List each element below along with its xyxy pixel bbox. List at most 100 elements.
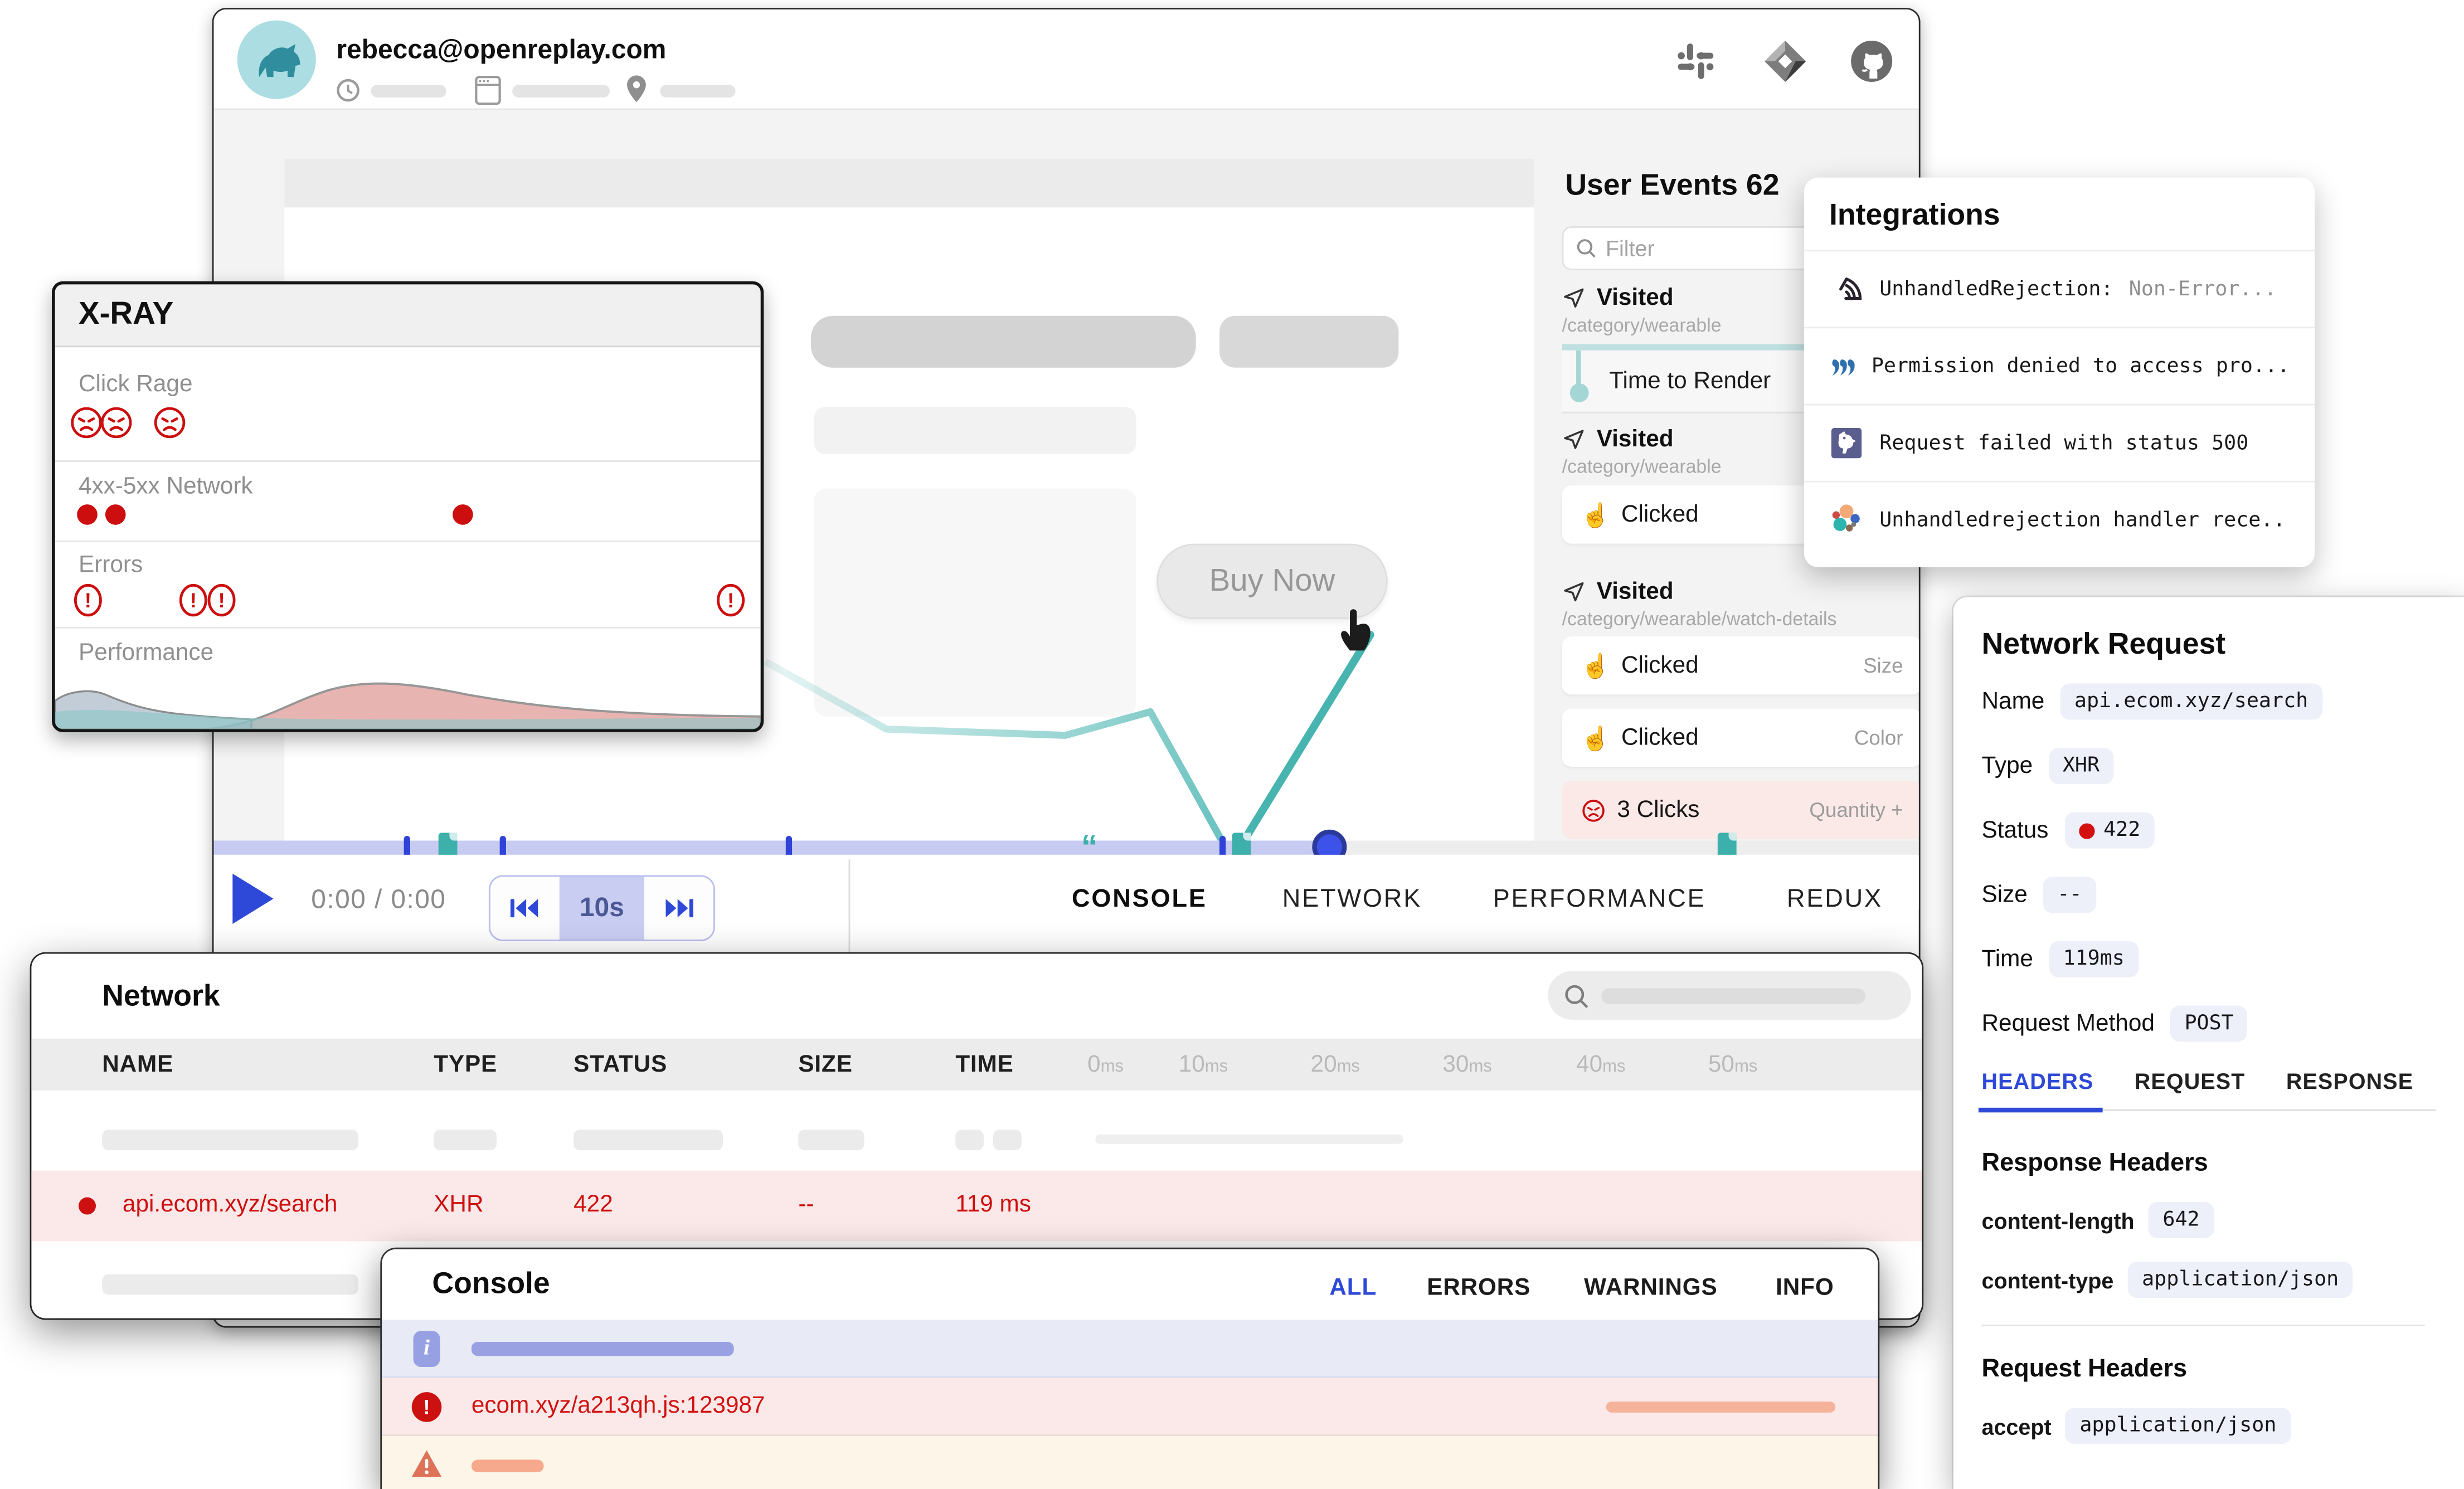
- image-skeleton: [814, 489, 1136, 717]
- rage-face-icon: [1581, 797, 1606, 823]
- error-markers[interactable]: !! !!: [71, 581, 762, 619]
- header-value: application/json: [2066, 1408, 2291, 1444]
- jira-icon[interactable]: [1762, 38, 1809, 85]
- console-panel: Console ALL ERRORS WARNINGS INFO i ! eco…: [382, 1249, 1878, 1489]
- console-tab-warnings[interactable]: WARNINGS: [1584, 1274, 1717, 1301]
- network-error-marker[interactable]: [105, 504, 126, 525]
- network-table-header: NAME TYPE STATUS SIZE TIME 0ms 10ms 20ms…: [31, 1039, 1922, 1091]
- tab-network[interactable]: NETWORK: [1282, 886, 1422, 914]
- tab-console[interactable]: CONSOLE: [1072, 886, 1207, 914]
- event-clicked-size[interactable]: ☝ Clicked Size: [1562, 636, 1921, 694]
- duration-skeleton: [371, 85, 446, 98]
- badge-skeleton: [1219, 316, 1398, 368]
- skip-forward-button[interactable]: [644, 877, 713, 940]
- event-clicked-color[interactable]: ☝ Clicked Color: [1562, 709, 1921, 767]
- status-error-dot: [2078, 823, 2094, 838]
- field-value[interactable]: 119ms: [2049, 941, 2139, 977]
- log-text-skeleton: [1606, 1402, 1836, 1413]
- integration-row-datadog[interactable]: Request failed with status 500: [1804, 404, 2315, 481]
- console-tab-errors[interactable]: ERRORS: [1427, 1274, 1530, 1301]
- console-log-error[interactable]: ! ecom.xyz/a213qh.js:123987: [382, 1378, 1878, 1436]
- field-label: Time: [1982, 946, 2033, 972]
- event-type: Visited: [1597, 284, 1674, 311]
- network-search[interactable]: [1548, 971, 1911, 1020]
- player-timeline[interactable]: “: [213, 840, 1920, 854]
- title-skeleton: [811, 316, 1196, 368]
- clock-icon: [336, 79, 359, 102]
- event-url: /category/wearable/watch-details: [1562, 608, 1921, 630]
- browser-skeleton: [512, 85, 610, 98]
- search-placeholder-skeleton: [1601, 987, 1865, 1003]
- info-icon: i: [414, 1331, 440, 1367]
- field-value[interactable]: POST: [2170, 1006, 2248, 1042]
- browser-icon: [475, 75, 502, 105]
- network-request-panel: Network Request Name api.ecom.xyz/search…: [1953, 597, 2464, 1489]
- event-type: Visited: [1597, 426, 1674, 452]
- tab-headers[interactable]: HEADERS: [1982, 1068, 2094, 1093]
- skip-back-button[interactable]: [490, 877, 560, 940]
- divider: [1982, 1325, 2425, 1326]
- integration-row-sentry[interactable]: UnhandledRejection: Non-Error...: [1804, 250, 2315, 327]
- tick-10ms: 10ms: [1179, 1051, 1228, 1078]
- xray-panel: X-RAY Click Rage 4xx-5xx Network Errors …: [52, 281, 764, 732]
- field-value[interactable]: api.ecom.xyz/search: [2060, 684, 2322, 720]
- svg-text:!: !: [190, 589, 197, 612]
- console-tab-all[interactable]: ALL: [1329, 1274, 1377, 1301]
- network-row-skeleton: [31, 1110, 1922, 1171]
- network-error-marker[interactable]: [77, 504, 98, 525]
- integration-row-elastic[interactable]: Unhandledrejection handler rece..: [1804, 481, 2315, 558]
- rhino-avatar-icon: [237, 21, 316, 99]
- skip-interval-label[interactable]: 10s: [560, 877, 644, 940]
- integration-message: Unhandledrejection handler rece..: [1879, 508, 2285, 532]
- tab-request[interactable]: REQUEST: [2135, 1068, 2246, 1093]
- log-text-skeleton: [472, 1342, 734, 1356]
- col-name[interactable]: NAME: [102, 1051, 173, 1078]
- event-rage-clicks[interactable]: 3 Clicks Quantity +: [1562, 781, 1921, 839]
- request-name: api.ecom.xyz/search: [123, 1191, 338, 1218]
- col-status[interactable]: STATUS: [574, 1051, 667, 1078]
- tab-redux[interactable]: REDUX: [1787, 886, 1883, 914]
- console-log-warning[interactable]: [382, 1436, 1878, 1489]
- request-type: XHR: [434, 1191, 483, 1218]
- svg-text:!: !: [218, 589, 225, 612]
- navigate-icon: [1562, 580, 1586, 603]
- console-tab-info[interactable]: INFO: [1776, 1274, 1834, 1301]
- field-time: Time 119ms: [1982, 941, 2139, 977]
- skip-controls: 10s: [489, 875, 715, 941]
- event-visited-3[interactable]: Visited /category/wearable/watch-details: [1562, 578, 1921, 630]
- tick-50ms: 50ms: [1708, 1051, 1757, 1078]
- header-value: application/json: [2128, 1262, 2353, 1298]
- field-label: Request Method: [1982, 1010, 2155, 1037]
- field-value[interactable]: --: [2043, 877, 2096, 913]
- col-size[interactable]: SIZE: [798, 1051, 852, 1078]
- sentry-icon: [1829, 272, 1864, 306]
- header-content-type: content-type application/json: [1982, 1262, 2353, 1298]
- search-icon: [1576, 237, 1596, 259]
- click-rage-markers[interactable]: [69, 404, 242, 442]
- github-icon[interactable]: [1848, 38, 1896, 85]
- connector-dot: [1569, 383, 1588, 402]
- tick-20ms: 20ms: [1311, 1051, 1360, 1078]
- request-status: 422: [574, 1191, 613, 1218]
- click-hand-icon: ☝: [1581, 723, 1611, 752]
- header-value: 642: [2149, 1202, 2214, 1238]
- error-icon: !: [412, 1392, 442, 1422]
- console-log-info[interactable]: i: [382, 1320, 1878, 1378]
- tab-response[interactable]: RESPONSE: [2286, 1068, 2413, 1093]
- integration-row-permission[interactable]: Permission denied to access pro...: [1804, 327, 2315, 403]
- click-hand-icon: ☝: [1581, 651, 1611, 680]
- response-headers-title: Response Headers: [1982, 1150, 2208, 1179]
- tab-performance[interactable]: PERFORMANCE: [1493, 886, 1706, 914]
- screenshot-canvas: rebecca@openreplay.com: [0, 0, 2464, 1489]
- page-header-skeleton: [284, 159, 1534, 207]
- play-button[interactable]: [232, 874, 273, 924]
- col-time[interactable]: TIME: [955, 1051, 1013, 1078]
- skip-forward-icon: [663, 896, 694, 921]
- network-row-error[interactable]: api.ecom.xyz/search XHR 422 -- 119 ms: [31, 1171, 1922, 1242]
- field-value[interactable]: 422: [2064, 812, 2155, 849]
- field-value[interactable]: XHR: [2048, 748, 2113, 784]
- col-type[interactable]: TYPE: [434, 1051, 497, 1078]
- integrations-title: Integrations: [1804, 178, 2315, 250]
- slack-icon[interactable]: [1672, 38, 1719, 85]
- network-error-marker[interactable]: [453, 504, 473, 525]
